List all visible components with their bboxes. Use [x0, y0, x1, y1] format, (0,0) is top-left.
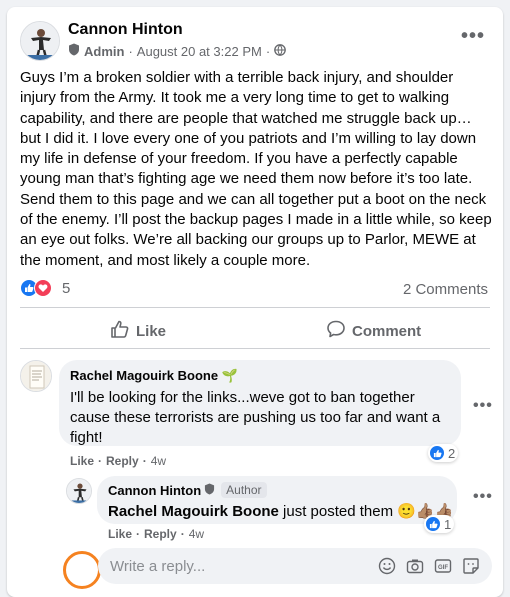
divider-bottom — [20, 348, 490, 349]
author-avatar[interactable] — [20, 21, 60, 61]
reply-input[interactable]: Write a reply... GIF — [98, 548, 492, 584]
reply-author-name[interactable]: Cannon Hinton — [108, 483, 201, 498]
comment-actions-dot: · — [98, 454, 103, 468]
comment-time[interactable]: 4w — [151, 454, 166, 468]
reply-actions-dot: · — [136, 527, 141, 541]
meta-separator-2: · — [265, 43, 271, 59]
thumbs-up-icon — [110, 319, 130, 343]
reply-reaction-count: 1 — [444, 516, 452, 532]
globe-icon — [274, 43, 287, 59]
like-label: Like — [136, 322, 167, 340]
meta-separator: · — [128, 43, 133, 59]
comment-reactions[interactable]: 2 — [428, 444, 459, 462]
post-date[interactable]: August 20 at 3:22 PM — [137, 44, 262, 59]
post-meta: Admin · August 20 at 3:22 PM · — [68, 43, 287, 59]
author-badge: Author — [221, 482, 267, 498]
reply-placeholder: Write a reply... — [110, 558, 206, 575]
like-button[interactable]: Like — [110, 319, 166, 343]
reply-reply-link[interactable]: Reply — [144, 527, 177, 541]
gif-icon[interactable]: GIF — [434, 557, 452, 580]
reply-bubble: Cannon Hinton Author Rachel Magouirk Boo… — [97, 476, 457, 524]
reply-like-link[interactable]: Like — [108, 527, 132, 541]
shield-icon — [204, 483, 215, 498]
commenter-avatar[interactable] — [20, 360, 52, 392]
comments-count-link[interactable]: 2 Comments — [403, 281, 488, 298]
comment-actions: Like · Reply · 4w — [70, 454, 166, 468]
reaction-count: 5 — [62, 279, 71, 297]
comment-like-link[interactable]: Like — [70, 454, 94, 468]
shield-icon — [68, 43, 80, 59]
reply-author-avatar[interactable] — [66, 478, 92, 504]
comment-reply-link[interactable]: Reply — [106, 454, 139, 468]
post-reactions[interactable]: 5 — [20, 279, 70, 297]
comment-bubble-icon — [326, 319, 346, 343]
reply-more-options-icon[interactable]: ••• — [473, 488, 493, 506]
post-body: Guys I’m a broken soldier with a terribl… — [20, 69, 492, 269]
sticker-icon[interactable] — [462, 557, 480, 580]
post-more-options-icon[interactable]: ••• — [461, 26, 485, 46]
reply-text: Rachel Magouirk Boone just posted them 🙂… — [108, 502, 453, 522]
svg-text:GIF: GIF — [438, 565, 448, 571]
post-card: Cannon Hinton Admin · August 20 at 3:22 … — [7, 7, 503, 597]
camera-icon[interactable] — [406, 557, 424, 580]
reply-reactions[interactable]: 1 — [424, 515, 455, 533]
emoji-icon[interactable] — [378, 557, 396, 580]
comment-button[interactable]: Comment — [326, 319, 421, 343]
comment-author-emoji: 🌱 — [221, 368, 238, 383]
comment-reaction-count: 2 — [448, 445, 456, 461]
comment-bubble: Rachel Magouirk Boone 🌱 I'll be looking … — [59, 360, 461, 446]
comment-author-name[interactable]: Rachel Magouirk Boone — [70, 368, 218, 383]
reply-actions: Like · Reply · 4w — [108, 527, 204, 541]
like-reaction-icon — [429, 445, 445, 461]
divider-top — [20, 307, 490, 308]
post-author-name[interactable]: Cannon Hinton — [68, 21, 183, 39]
comment-label: Comment — [352, 322, 422, 340]
reply-tools: GIF — [378, 557, 480, 580]
reply-actions-dot-2: · — [180, 527, 185, 541]
like-reaction-icon — [425, 516, 441, 532]
comment-more-options-icon[interactable]: ••• — [473, 397, 493, 415]
reply-time[interactable]: 4w — [189, 527, 204, 541]
comment-text: I'll be looking for the links...weve got… — [70, 389, 441, 446]
admin-label: Admin — [84, 43, 125, 59]
comment-actions-dot-2: · — [142, 454, 147, 468]
highlight-circle — [63, 551, 101, 589]
love-reaction-icon — [34, 279, 52, 297]
mention-link[interactable]: Rachel Magouirk Boone — [108, 503, 279, 520]
